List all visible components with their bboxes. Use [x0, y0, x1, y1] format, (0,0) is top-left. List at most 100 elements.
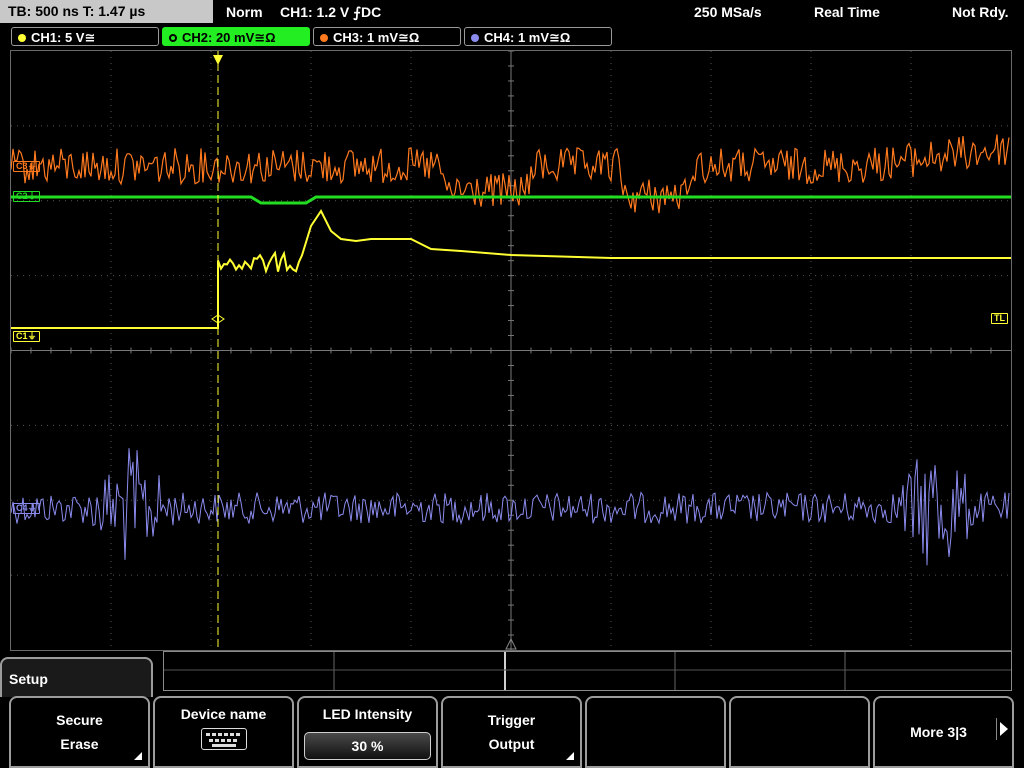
grid-dot: [610, 627, 612, 628]
acq-mode[interactable]: Norm: [226, 0, 263, 24]
ch3-ground-marker[interactable]: C3⏚: [13, 161, 40, 172]
led-intensity-button[interactable]: LED Intensity 30 %: [297, 696, 438, 768]
grid-dot: [110, 465, 112, 466]
grid-dot: [353, 275, 354, 277]
grid-dot: [610, 435, 612, 436]
grid-dot: [341, 200, 342, 202]
trigger-readout[interactable]: CH1: 1.2 V ⨍DC: [280, 0, 381, 24]
grid-dot: [449, 574, 450, 576]
grid-dot: [210, 477, 212, 478]
grid-dot: [809, 125, 810, 127]
channel-tab-ch2[interactable]: CH2: 20 mV≅Ω: [162, 27, 310, 46]
grid-dot: [810, 213, 812, 214]
grid-dot: [810, 477, 812, 478]
grid-dot: [310, 291, 312, 292]
grid-dot: [311, 424, 312, 426]
grid-dot: [533, 125, 534, 127]
grid-dot: [810, 147, 812, 148]
grid-dot: [710, 333, 712, 334]
grid-dot: [11, 275, 12, 277]
softkey-empty-6[interactable]: [729, 696, 870, 768]
secure-erase-button[interactable]: Secure Erase: [9, 696, 150, 768]
grid-dot: [410, 225, 412, 226]
grid-dot: [810, 309, 812, 310]
grid-dot: [310, 249, 312, 250]
grid-dot: [110, 141, 112, 142]
grid-dot: [310, 621, 312, 622]
grid-dot: [965, 424, 966, 426]
grid-dot: [47, 125, 48, 127]
grid-dot: [149, 424, 150, 426]
softkey-empty-5[interactable]: [585, 696, 726, 768]
grid-dot: [335, 275, 336, 277]
grid-dot: [310, 135, 312, 136]
grid-dot: [110, 543, 112, 544]
grid-dot: [210, 81, 212, 82]
grid-dot: [737, 499, 738, 501]
more-button[interactable]: More 3|3: [873, 696, 1014, 768]
grid-dot: [610, 339, 612, 340]
ch2-ground-marker[interactable]: C2⏚: [13, 191, 40, 202]
grid-dot: [610, 147, 612, 148]
grid-dot: [410, 435, 412, 436]
grid-dot: [710, 381, 712, 382]
grid-dot: [410, 495, 412, 496]
grid-dot: [989, 200, 990, 202]
grid-dot: [947, 275, 948, 277]
grid-dot: [710, 111, 712, 112]
grid-dot: [110, 399, 112, 400]
ch1-ground-marker[interactable]: C1⏚: [13, 331, 40, 342]
grid-dot: [77, 125, 78, 127]
grid-dot: [833, 499, 834, 501]
grid-dot: [610, 231, 612, 232]
grid-dot: [647, 574, 648, 576]
grid-dot: [821, 275, 822, 277]
grid-dot: [431, 499, 432, 501]
grid-dot: [437, 424, 438, 426]
grid-dot: [310, 549, 312, 550]
grid-dot: [810, 51, 812, 52]
grid-dot: [695, 200, 696, 202]
trigger-output-button[interactable]: Trigger Output: [441, 696, 582, 768]
grid-dot: [610, 639, 612, 640]
grid-dot: [710, 519, 712, 520]
grid-dot: [317, 125, 318, 127]
trigger-level-marker[interactable]: TL: [991, 313, 1008, 324]
channel-tab-ch3[interactable]: CH3: 1 mV≅Ω: [313, 27, 461, 46]
grid-dot: [83, 424, 84, 426]
led-intensity-value[interactable]: 30 %: [304, 732, 431, 760]
grid-dot: [785, 424, 786, 426]
channel-tab-ch1[interactable]: CH1: 5 V≅: [11, 27, 159, 46]
grid-dot: [221, 125, 222, 127]
grid-dot: [257, 499, 258, 501]
timebase-readout[interactable]: TB: 500 ns T: 1.47 µs: [0, 0, 213, 23]
grid-dot: [110, 303, 112, 304]
grid-dot: [910, 453, 912, 454]
grid-dot: [17, 125, 18, 127]
ch4-ground-marker[interactable]: C4⏚: [13, 503, 40, 514]
device-name-button[interactable]: Device name: [153, 696, 294, 768]
grid-dot: [810, 63, 812, 64]
grid-dot: [110, 243, 112, 244]
grid-dot: [710, 177, 712, 178]
grid-dot: [810, 639, 812, 640]
grid-dot: [610, 69, 612, 70]
grid-dot: [323, 125, 324, 127]
grid-dot: [210, 579, 212, 580]
grid-dot: [839, 499, 840, 501]
grid-dot: [310, 579, 312, 580]
grid-dot: [910, 633, 912, 634]
grid-dot: [611, 200, 612, 202]
grid-dot: [311, 275, 312, 277]
waveform-display[interactable]: C3⏚ C2⏚ C1⏚ C4⏚ TL: [10, 50, 1012, 651]
grid-dot: [810, 273, 812, 274]
grid-dot: [635, 125, 636, 127]
grid-dot: [743, 424, 744, 426]
grid-dot: [635, 424, 636, 426]
grid-dot: [210, 225, 212, 226]
grid-dot: [239, 574, 240, 576]
grid-dot: [701, 125, 702, 127]
grid-dot: [131, 574, 132, 576]
channel-tab-ch4[interactable]: CH4: 1 mV≅Ω: [464, 27, 612, 46]
grid-dot: [710, 321, 712, 322]
